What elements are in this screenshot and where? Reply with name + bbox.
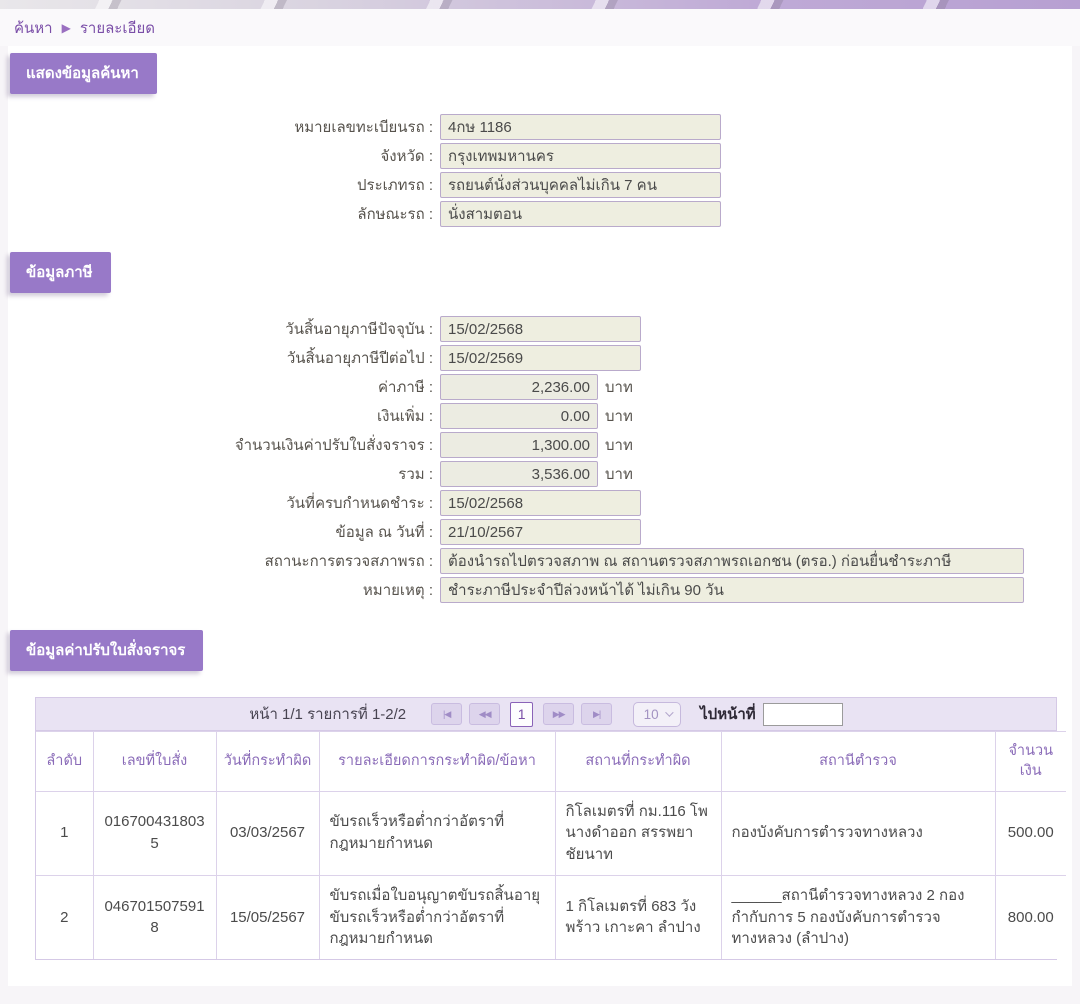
table-row: 2 0467015075918 15/05/2567 ขับรถเมื่อใบอ… (36, 874, 1066, 960)
province-label: จังหวัด : (380, 148, 434, 165)
section-title-traffic-fines: ข้อมูลค่าปรับใบสั่งจราจร (10, 630, 204, 671)
page-size-value: 10 (643, 706, 659, 722)
next-page-button[interactable]: ▶▶ (543, 703, 575, 725)
grand-total-input[interactable] (440, 461, 598, 487)
field-row-data-as-of: ข้อมูล ณ วันที่ : (8, 519, 1072, 545)
section-title-tax-info: ข้อมูลภาษี (10, 252, 111, 293)
cell-ticket-no: 0467015075918 (92, 874, 217, 960)
inspection-status-label: สถานะการตรวจสภาพรถ : (264, 553, 433, 570)
search-result-form: หมายเลขทะเบียนรถ : จังหวัด : ประเภทรถ : … (8, 114, 1072, 227)
data-as-of-input[interactable] (440, 519, 641, 545)
field-row-remark: หมายเหตุ : (8, 577, 1072, 603)
vehicle-style-input[interactable] (440, 201, 721, 227)
first-page-button[interactable]: |◀ (431, 703, 463, 725)
tax-expiry-next-label: วันสิ้นอายุภาษีปีต่อไป : (286, 350, 433, 367)
pagination-info: หน้า 1/1 รายการที่ 1-2/2 (249, 706, 407, 723)
fines-table-header-row: ลำดับ เลขที่ใบสั่ง วันที่กระทำผิด รายละเ… (36, 731, 1066, 792)
fines-table: ลำดับ เลขที่ใบสั่ง วันที่กระทำผิด รายละเ… (36, 731, 1066, 960)
tax-expiry-current-input[interactable] (440, 316, 641, 342)
col-header-no: ลำดับ (36, 731, 94, 792)
cell-amount: 800.00 (994, 874, 1066, 960)
field-row-tax-expiry-current: วันสิ้นอายุภาษีปัจจุบัน : (8, 316, 1072, 342)
grand-total-label: รวม : (398, 466, 433, 483)
cell-offense-location: กิโลเมตรที่ กม.116 โพนางดำออก สรรพยา ชัย… (554, 790, 722, 876)
col-header-police-station: สถานีตำรวจ (720, 731, 996, 792)
cell-amount: 500.00 (994, 790, 1066, 876)
tax-amount-unit: บาท (605, 379, 633, 396)
last-page-button[interactable]: ▶| (581, 703, 613, 725)
field-row-vehicle-style: ลักษณะรถ : (8, 201, 1072, 227)
chevron-down-icon (664, 708, 674, 717)
cell-police-station: ______สถานีตำรวจทางหลวง 2 กองกำกับการ 5 … (720, 874, 996, 960)
field-row-inspection-status: สถานะการตรวจสภาพรถ : (8, 548, 1072, 574)
breadcrumb-item-details: รายละเอียด (79, 19, 156, 37)
surcharge-label: เงินเพิ่ม : (377, 408, 433, 425)
vehicle-style-label: ลักษณะรถ : (357, 206, 433, 223)
plate-label: หมายเลขทะเบียนรถ : (294, 119, 433, 136)
field-row-plate: หมายเลขทะเบียนรถ : (8, 114, 1072, 140)
field-row-due-date: วันที่ครบกำหนดชำระ : (8, 490, 1072, 516)
field-row-grand-total: รวม : บาท (8, 461, 1072, 487)
breadcrumb-item-search[interactable]: ค้นหา (14, 16, 53, 40)
pagination-bar: หน้า 1/1 รายการที่ 1-2/2 |◀ ◀◀ 1 ▶▶ ▶| 1… (36, 698, 1056, 731)
tax-expiry-next-input[interactable] (440, 345, 641, 371)
table-row: 1 0167004318035 03/03/2567 ขับรถเร็วหรือ… (36, 790, 1066, 876)
fines-table-area: หน้า 1/1 รายการที่ 1-2/2 |◀ ◀◀ 1 ▶▶ ▶| 1… (35, 697, 1066, 961)
tax-expiry-current-label: วันสิ้นอายุภาษีปัจจุบัน : (285, 321, 433, 338)
decorative-top-strip (0, 0, 1080, 9)
cell-offense-detail: ขับรถเมื่อใบอนุญาตขับรถสิ้นอายุ ขับรถเร็… (318, 874, 556, 960)
surcharge-input[interactable] (440, 403, 598, 429)
cell-ticket-no: 0167004318035 (92, 790, 217, 876)
goto-page-label: ไปหน้าที่ (700, 706, 756, 723)
cell-police-station: กองบังคับการตำรวจทางหลวง (720, 790, 996, 876)
breadcrumb: ค้นหา ▶ รายละเอียด (0, 9, 1080, 46)
fine-total-input[interactable] (440, 432, 598, 458)
cell-offense-location: 1 กิโลเมตรที่ 683 วังพร้าว เกาะคา ลำปาง (554, 874, 722, 960)
remark-label: หมายเหตุ : (362, 582, 433, 599)
breadcrumb-arrow-icon: ▶ (61, 21, 71, 35)
goto-page-input[interactable] (762, 702, 843, 726)
due-date-input[interactable] (440, 490, 641, 516)
field-row-tax-amount: ค่าภาษี : บาท (8, 374, 1072, 400)
tax-amount-label: ค่าภาษี : (378, 379, 433, 396)
current-page-indicator[interactable]: 1 (510, 701, 534, 727)
field-row-province: จังหวัด : (8, 143, 1072, 169)
section-title-search-results: แสดงข้อมูลค้นหา (10, 53, 157, 94)
field-row-tax-expiry-next: วันสิ้นอายุภาษีปีต่อไป : (8, 345, 1072, 371)
col-header-ticket-no: เลขที่ใบสั่ง (92, 731, 217, 792)
cell-offense-date: 03/03/2567 (215, 790, 320, 876)
vehicle-type-label: ประเภทรถ : (356, 177, 433, 194)
fine-total-label: จำนวนเงินค่าปรับใบสั่งจราจร : (234, 437, 433, 454)
field-row-surcharge: เงินเพิ่ม : บาท (8, 403, 1072, 429)
inspection-status-input[interactable] (440, 548, 1024, 574)
tax-info-form: วันสิ้นอายุภาษีปัจจุบัน : วันสิ้นอายุภาษ… (8, 316, 1072, 603)
content-panel: แสดงข้อมูลค้นหา หมายเลขทะเบียนรถ : จังหว… (8, 46, 1072, 987)
col-header-offense-location: สถานที่กระทำผิด (554, 731, 722, 792)
col-header-amount: จำนวนเงิน (994, 731, 1066, 792)
remark-input[interactable] (440, 577, 1024, 603)
plate-input[interactable] (440, 114, 721, 140)
data-as-of-label: ข้อมูล ณ วันที่ : (335, 524, 434, 541)
cell-offense-date: 15/05/2567 (215, 874, 320, 960)
surcharge-unit: บาท (605, 408, 633, 425)
cell-offense-detail: ขับรถเร็วหรือต่ำกว่าอัตราที่กฎหมายกำหนด (318, 790, 556, 876)
cell-no: 2 (36, 874, 94, 960)
cell-no: 1 (36, 790, 94, 876)
col-header-offense-detail: รายละเอียดการกระทำผิด/ข้อหา (318, 731, 556, 792)
due-date-label: วันที่ครบกำหนดชำระ : (286, 495, 433, 512)
province-input[interactable] (440, 143, 721, 169)
col-header-offense-date: วันที่กระทำผิด (215, 731, 320, 792)
fine-total-unit: บาท (605, 437, 633, 454)
tax-amount-input[interactable] (440, 374, 598, 400)
field-row-fine-total: จำนวนเงินค่าปรับใบสั่งจราจร : บาท (8, 432, 1072, 458)
grand-total-unit: บาท (605, 466, 633, 483)
prev-page-button[interactable]: ◀◀ (469, 703, 501, 725)
page-size-select[interactable]: 10 (633, 701, 682, 727)
vehicle-type-input[interactable] (440, 172, 721, 198)
field-row-vehicle-type: ประเภทรถ : (8, 172, 1072, 198)
